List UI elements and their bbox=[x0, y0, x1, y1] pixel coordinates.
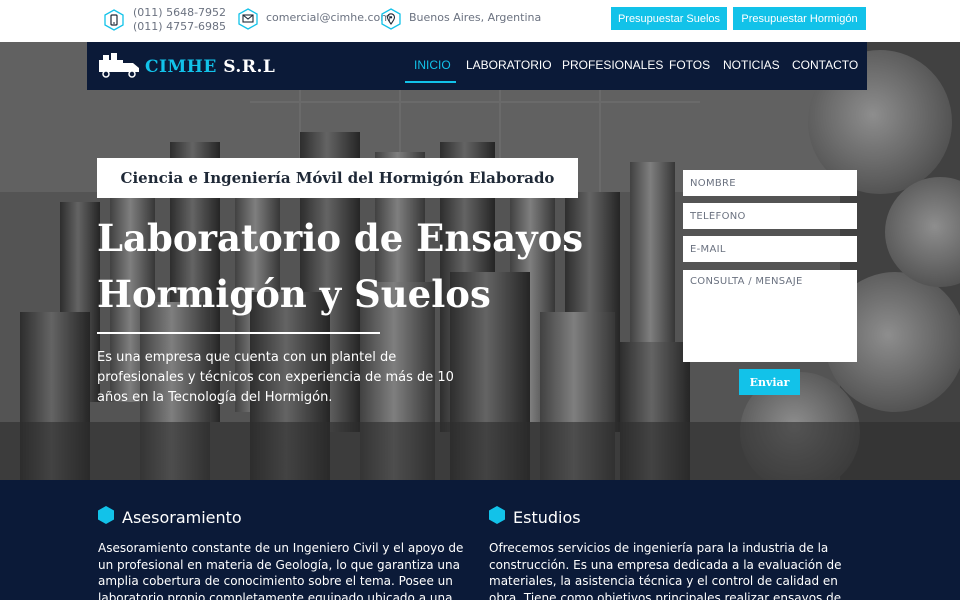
phone-input[interactable] bbox=[683, 203, 857, 229]
logo-text: CIMHE S.R.L bbox=[145, 57, 276, 77]
send-button[interactable]: Enviar bbox=[739, 369, 800, 395]
phone-icon bbox=[104, 9, 124, 31]
location-contact: Buenos Aires, Argentina bbox=[381, 8, 541, 30]
nav-profesionales[interactable]: PROFESIONALES bbox=[562, 58, 663, 72]
phone-number-1[interactable]: (011) 5648-7952 bbox=[133, 6, 226, 20]
nav-laboratorio[interactable]: LABORATORIO bbox=[466, 58, 552, 72]
site-logo[interactable]: CIMHE S.R.L bbox=[97, 52, 275, 82]
hero-subtitle: Ciencia e Ingeniería Móvil del Hormigón … bbox=[120, 169, 555, 187]
phone-number-2[interactable]: (011) 4757-6985 bbox=[133, 20, 226, 34]
quote-soils-button[interactable]: Presupuestar Suelos bbox=[611, 7, 727, 30]
hero-title-line-2: Hormigón y Suelos bbox=[97, 272, 491, 316]
nav-active-indicator bbox=[405, 81, 456, 83]
email-address[interactable]: comercial@cimhe.com bbox=[266, 11, 391, 25]
message-textarea[interactable] bbox=[683, 270, 857, 362]
map-pin-icon bbox=[381, 8, 401, 30]
nav-fotos[interactable]: FOTOS bbox=[669, 58, 710, 72]
name-input[interactable] bbox=[683, 170, 857, 196]
service-title: Estudios bbox=[513, 507, 581, 527]
nav-contacto[interactable]: CONTACTO bbox=[792, 58, 858, 72]
service-text: Ofrecemos servicios de ingeniería para l… bbox=[489, 541, 842, 600]
service-asesoramiento: Asesoramiento Asesoramiento constante de… bbox=[98, 506, 478, 600]
phone-contact: (011) 5648-7952 (011) 4757-6985 bbox=[104, 6, 226, 34]
hero-description: Es una empresa que cuenta con un plantel… bbox=[97, 350, 454, 405]
nav-inicio[interactable]: INICIO bbox=[414, 58, 451, 72]
envelope-icon bbox=[238, 8, 258, 30]
services-section: Asesoramiento Asesoramiento constante de… bbox=[0, 480, 960, 600]
hexagon-icon bbox=[489, 506, 505, 528]
service-text: Asesoramiento constante de un Ingeniero … bbox=[98, 541, 464, 600]
hero-subtitle-box: Ciencia e Ingeniería Móvil del Hormigón … bbox=[97, 158, 578, 198]
service-title: Asesoramiento bbox=[122, 507, 242, 527]
main-navbar: CIMHE S.R.L INICIO LABORATORIO PROFESION… bbox=[87, 42, 867, 90]
top-bar: (011) 5648-7952 (011) 4757-6985 comercia… bbox=[0, 0, 960, 42]
hexagon-icon bbox=[98, 506, 114, 528]
location-text: Buenos Aires, Argentina bbox=[409, 11, 542, 24]
nav-noticias[interactable]: NOTICIAS bbox=[723, 58, 780, 72]
hero-title-line-1: Laboratorio de Ensayos bbox=[97, 216, 584, 260]
phone-numbers: (011) 5648-7952 (011) 4757-6985 bbox=[133, 6, 226, 34]
hero-divider bbox=[97, 332, 380, 334]
hero-title: Laboratorio de Ensayos Hormigón y Suelos bbox=[97, 210, 657, 322]
quote-concrete-button[interactable]: Presupuestar Hormigón bbox=[733, 7, 866, 30]
email-contact[interactable]: comercial@cimhe.com bbox=[238, 8, 391, 30]
email-input[interactable] bbox=[683, 236, 857, 262]
service-estudios: Estudios Ofrecemos servicios de ingenier… bbox=[489, 506, 869, 600]
truck-icon bbox=[97, 52, 141, 82]
